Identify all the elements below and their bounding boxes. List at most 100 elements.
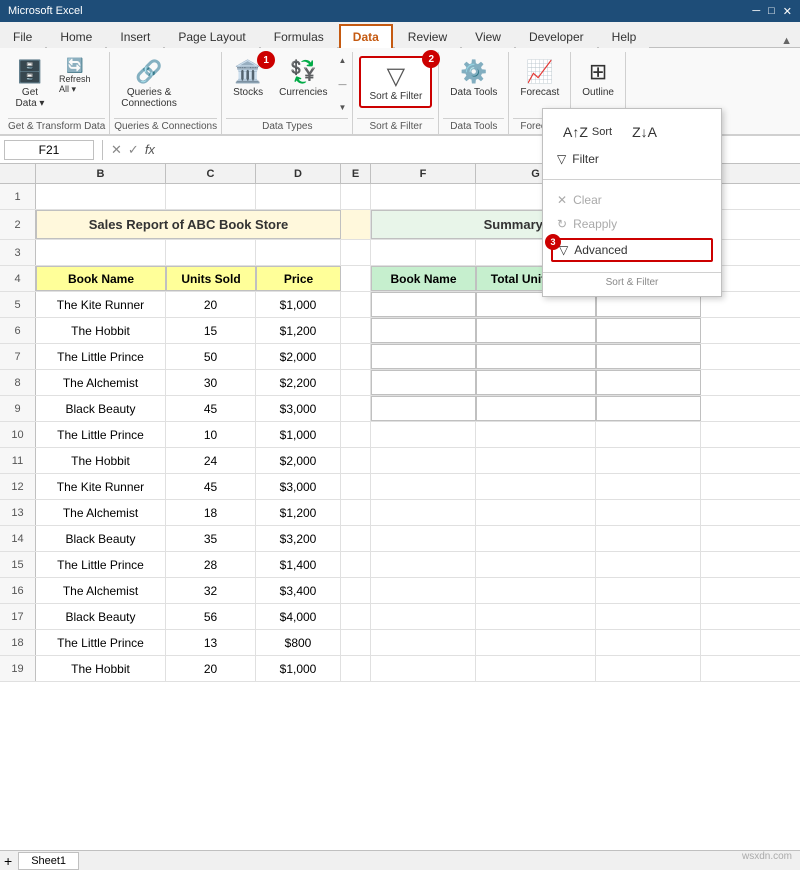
cell-d10[interactable]: $1,000: [256, 422, 341, 447]
sort-az-button[interactable]: A↑Z Sort: [557, 121, 618, 143]
cell-e7[interactable]: [341, 344, 371, 369]
cell-g18[interactable]: [476, 630, 596, 655]
cell-h14[interactable]: [596, 526, 701, 551]
cell-f14[interactable]: [371, 526, 476, 551]
cell-b8[interactable]: The Alchemist: [36, 370, 166, 395]
col-header-d[interactable]: D: [256, 164, 341, 183]
cell-h13[interactable]: [596, 500, 701, 525]
cell-e3[interactable]: [341, 240, 371, 265]
cell-d18[interactable]: $800: [256, 630, 341, 655]
cell-e13[interactable]: [341, 500, 371, 525]
cell-b13[interactable]: The Alchemist: [36, 500, 166, 525]
ribbon-toggle[interactable]: ▲: [781, 35, 792, 47]
cell-e14[interactable]: [341, 526, 371, 551]
cell-c14[interactable]: 35: [166, 526, 256, 551]
cell-h6[interactable]: [596, 318, 701, 343]
cell-h11[interactable]: [596, 448, 701, 473]
expand-data-types[interactable]: ▲ — ▼: [336, 54, 348, 114]
tab-data[interactable]: Data: [339, 24, 393, 48]
cell-g16[interactable]: [476, 578, 596, 603]
cell-c7[interactable]: 50: [166, 344, 256, 369]
cell-f11[interactable]: [371, 448, 476, 473]
cell-b16[interactable]: The Alchemist: [36, 578, 166, 603]
cell-c3[interactable]: [166, 240, 256, 265]
cell-d19[interactable]: $1,000: [256, 656, 341, 681]
cell-h17[interactable]: [596, 604, 701, 629]
cell-f16[interactable]: [371, 578, 476, 603]
cell-h16[interactable]: [596, 578, 701, 603]
cell-b14[interactable]: Black Beauty: [36, 526, 166, 551]
cell-e10[interactable]: [341, 422, 371, 447]
sheet-tab-1[interactable]: Sheet1: [18, 852, 79, 870]
forecast-button[interactable]: 📈 Forecast: [513, 54, 566, 103]
cell-h19[interactable]: [596, 656, 701, 681]
cell-d16[interactable]: $3,400: [256, 578, 341, 603]
cell-c11[interactable]: 24: [166, 448, 256, 473]
cell-g11[interactable]: [476, 448, 596, 473]
confirm-formula-icon[interactable]: ✓: [128, 142, 139, 158]
tab-review[interactable]: Review: [395, 25, 460, 48]
refresh-all-button[interactable]: 🔄 RefreshAll ▾: [54, 54, 96, 98]
cell-b10[interactable]: The Little Prince: [36, 422, 166, 447]
cell-d9[interactable]: $3,000: [256, 396, 341, 421]
cell-d13[interactable]: $1,200: [256, 500, 341, 525]
cell-c9[interactable]: 45: [166, 396, 256, 421]
get-data-button[interactable]: 🗄️ GetData ▾: [8, 54, 52, 114]
cell-e11[interactable]: [341, 448, 371, 473]
cell-g12[interactable]: [476, 474, 596, 499]
cell-b11[interactable]: The Hobbit: [36, 448, 166, 473]
cell-d7[interactable]: $2,000: [256, 344, 341, 369]
cell-b3[interactable]: [36, 240, 166, 265]
cell-b5[interactable]: The Kite Runner: [36, 292, 166, 317]
cell-e9[interactable]: [341, 396, 371, 421]
cell-c13[interactable]: 18: [166, 500, 256, 525]
cell-h7[interactable]: [596, 344, 701, 369]
cell-g10[interactable]: [476, 422, 596, 447]
cell-e16[interactable]: [341, 578, 371, 603]
cell-g17[interactable]: [476, 604, 596, 629]
cell-b7[interactable]: The Little Prince: [36, 344, 166, 369]
queries-connections-button[interactable]: 🔗 Queries &Connections: [114, 54, 184, 114]
name-box[interactable]: [4, 140, 94, 160]
cell-d6[interactable]: $1,200: [256, 318, 341, 343]
cell-d14[interactable]: $3,200: [256, 526, 341, 551]
cell-g8[interactable]: [476, 370, 596, 395]
cell-g6[interactable]: [476, 318, 596, 343]
clear-button[interactable]: ✕ Clear: [551, 190, 713, 210]
cell-d12[interactable]: $3,000: [256, 474, 341, 499]
tab-view[interactable]: View: [462, 25, 514, 48]
cell-f9[interactable]: [371, 396, 476, 421]
cell-c18[interactable]: 13: [166, 630, 256, 655]
cell-g7[interactable]: [476, 344, 596, 369]
cell-c4-header[interactable]: Units Sold: [166, 266, 256, 291]
cell-b4-header[interactable]: Book Name: [36, 266, 166, 291]
col-header-c[interactable]: C: [166, 164, 256, 183]
cell-h15[interactable]: [596, 552, 701, 577]
tab-insert[interactable]: Insert: [107, 25, 163, 48]
cell-b19[interactable]: The Hobbit: [36, 656, 166, 681]
cell-e15[interactable]: [341, 552, 371, 577]
cell-f15[interactable]: [371, 552, 476, 577]
data-tools-button[interactable]: ⚙️ Data Tools: [443, 54, 504, 103]
cell-d15[interactable]: $1,400: [256, 552, 341, 577]
cell-d8[interactable]: $2,200: [256, 370, 341, 395]
cell-g19[interactable]: [476, 656, 596, 681]
cell-h10[interactable]: [596, 422, 701, 447]
col-header-f[interactable]: F: [371, 164, 476, 183]
sort-za-button[interactable]: Z↓A: [626, 121, 663, 143]
cell-b1[interactable]: [36, 184, 166, 209]
cell-h12[interactable]: [596, 474, 701, 499]
cell-c17[interactable]: 56: [166, 604, 256, 629]
cell-d3[interactable]: [256, 240, 341, 265]
cell-c1[interactable]: [166, 184, 256, 209]
cell-c19[interactable]: 20: [166, 656, 256, 681]
cell-d11[interactable]: $2,000: [256, 448, 341, 473]
cell-g14[interactable]: [476, 526, 596, 551]
col-header-b[interactable]: B: [36, 164, 166, 183]
cell-h8[interactable]: [596, 370, 701, 395]
cell-c12[interactable]: 45: [166, 474, 256, 499]
cell-f4-header[interactable]: Book Name: [371, 266, 476, 291]
cell-d1[interactable]: [256, 184, 341, 209]
add-sheet-button[interactable]: +: [4, 853, 12, 869]
cell-d17[interactable]: $4,000: [256, 604, 341, 629]
